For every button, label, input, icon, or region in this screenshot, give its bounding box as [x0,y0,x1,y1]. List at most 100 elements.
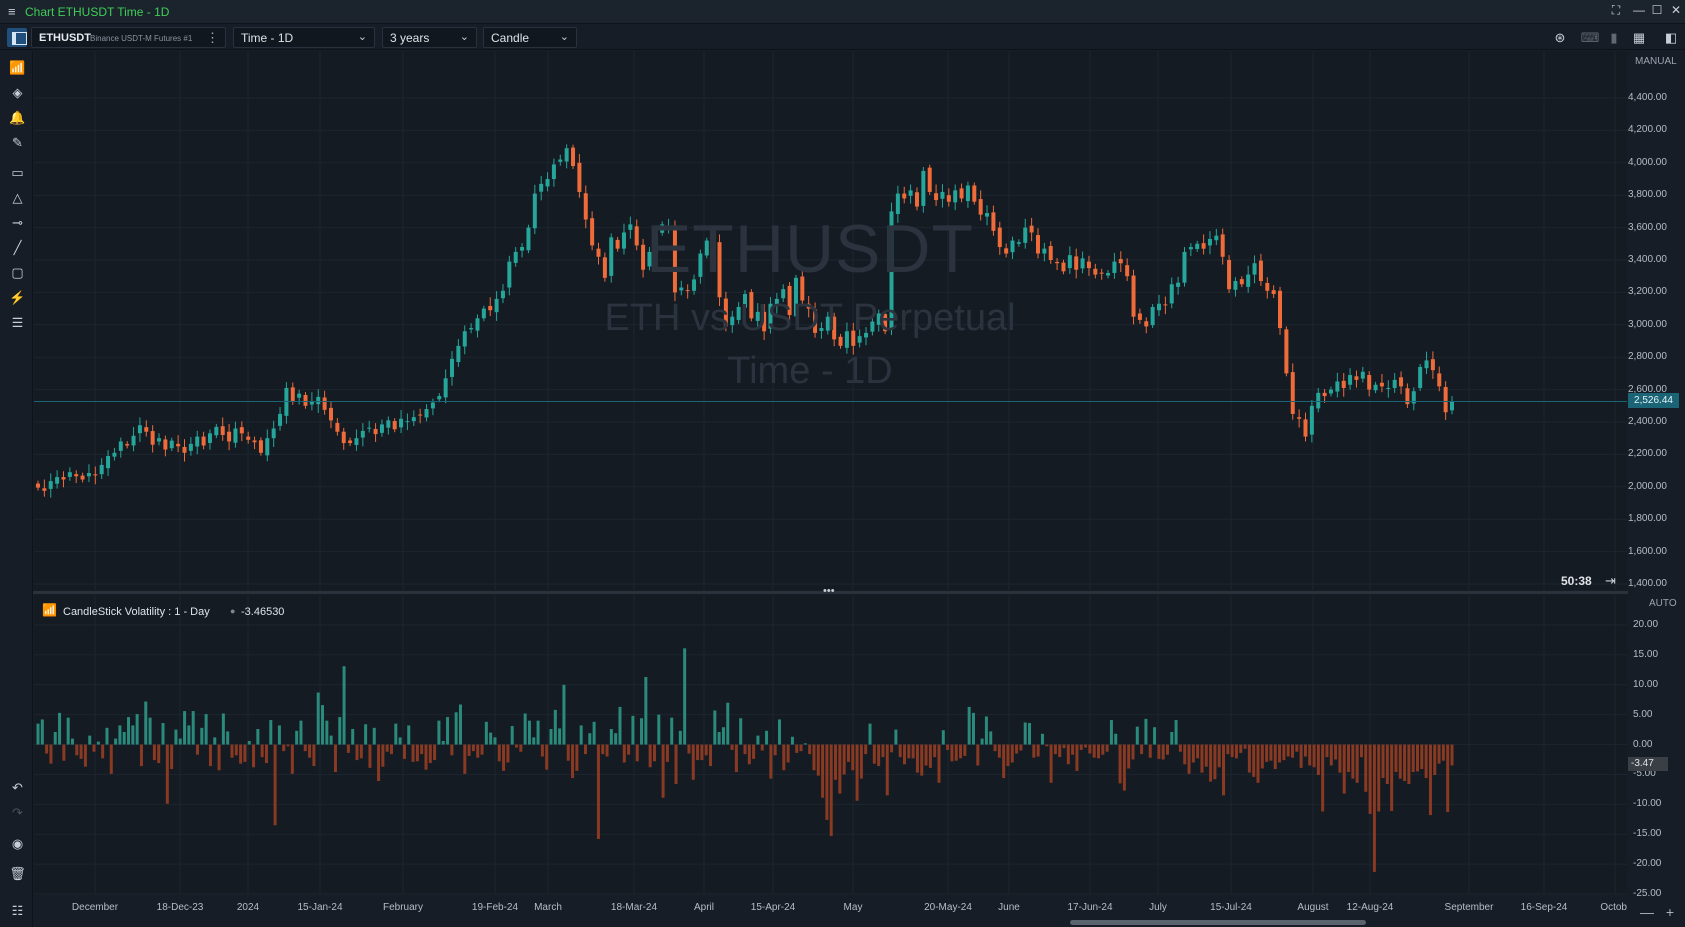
volatility-bar [562,684,566,745]
candle-body [1367,375,1372,390]
candle-body [1201,243,1206,249]
candle-body [1169,284,1174,304]
zoom-in-icon[interactable]: + [1666,904,1674,920]
candle-body [1067,255,1072,269]
volatility-bar [808,744,812,755]
volatility-bar [359,744,363,759]
candle-body [379,424,384,433]
volatility-bar [890,744,894,753]
scrollbar-thumb[interactable] [1070,920,1366,925]
candle-body [290,387,295,401]
candle-body [322,397,327,410]
candle-body [1386,387,1391,389]
candle-body [1297,417,1302,419]
indicator-tick-label: 20.00 [1633,619,1659,630]
time-tick-label: 18-Mar-24 [610,902,658,913]
volatility-bar [1282,744,1286,761]
indicator-tick-label: -15.00 [1633,828,1662,840]
candle-body [545,179,550,187]
candle-body [1437,373,1442,387]
candle-body [55,477,60,484]
volatility-bar [200,727,204,745]
volatility-bar [1006,744,1010,767]
volatility-bar [446,717,450,745]
watermark-timeframe: Time - 1D [727,350,893,392]
candle-body [564,148,569,162]
candle-body [348,440,353,444]
volatility-bar [777,719,781,745]
candle-body [424,409,429,418]
price-tick-label: 3,600.00 [1628,221,1667,233]
volatility-bar [540,744,544,757]
volatility-bar [458,704,462,745]
volatility-bar [670,717,674,745]
volatility-bar [221,713,225,745]
candle-body [946,195,951,202]
candle-body [551,164,556,179]
candle-body [1214,235,1219,241]
chart-plot[interactable] [0,0,1685,927]
volatility-bar [881,744,885,758]
volatility-bar [174,729,178,745]
indicator-axis-mode[interactable]: AUTO [1649,598,1677,609]
horizontal-scrollbar[interactable] [33,918,1628,927]
volatility-bar [187,725,191,745]
volatility-bar [450,744,454,756]
volatility-bar [1097,744,1100,759]
candle-body [1341,380,1346,388]
volatility-bar [122,732,126,745]
volatility-bar [515,744,519,748]
time-tick-label: July [1149,902,1167,913]
volatility-bar [234,744,238,756]
time-tick-label: 16-Sep-24 [1520,902,1568,913]
candle-body [246,436,251,440]
volatility-bar [1441,744,1445,761]
volatility-bar [1446,744,1450,813]
volatility-bar [1109,720,1113,745]
candle-body [252,440,257,443]
volatility-bar [157,744,161,764]
volatility-bar [471,744,475,752]
pane-resize-handle-icon[interactable]: ••• [823,585,835,597]
candle-body [1042,248,1047,254]
volatility-bar [838,744,842,794]
volatility-bar [1230,744,1234,758]
volatility-bar [549,729,553,745]
candle-body [176,443,181,447]
volatility-bar [1019,744,1023,751]
candle-body [1106,272,1111,276]
candle-body [1246,274,1251,287]
volatility-bar [1252,744,1256,777]
candle-body [1309,405,1314,435]
volatility-bar [53,732,57,745]
scroll-to-latest-icon[interactable]: ⇥ [1605,573,1616,589]
indicator-chart-icon[interactable]: 📶 [42,604,57,616]
candle-body [1399,377,1404,387]
volatility-bar [1135,726,1139,745]
volatility-bar [277,725,281,745]
volatility-bar [196,744,200,755]
volatility-bar [846,744,850,762]
volatility-bar [96,741,100,745]
volatility-bar [333,744,337,773]
volatility-bar [135,714,139,745]
candle-body [456,345,461,363]
volatility-bar [118,725,122,745]
volatility-bar [1153,727,1157,745]
volatility-bar [109,744,113,774]
volatility-bar [45,744,49,754]
volatility-bar [674,744,678,785]
volatility-bar [1092,744,1096,758]
zoom-out-icon[interactable]: — [1640,904,1654,920]
volatility-bar [519,744,523,752]
candle-body [1048,246,1053,260]
indicator-label[interactable]: CandleStick Volatility : 1 - Day [63,606,210,618]
candle-body [1316,392,1321,409]
price-axis-mode[interactable]: MANUAL [1635,56,1677,67]
volatility-bar [704,744,708,756]
candle-body [1099,272,1104,274]
candle-body [1137,313,1142,320]
volatility-bar [752,744,756,759]
volatility-bar [713,710,717,745]
volatility-bar [1286,744,1290,757]
